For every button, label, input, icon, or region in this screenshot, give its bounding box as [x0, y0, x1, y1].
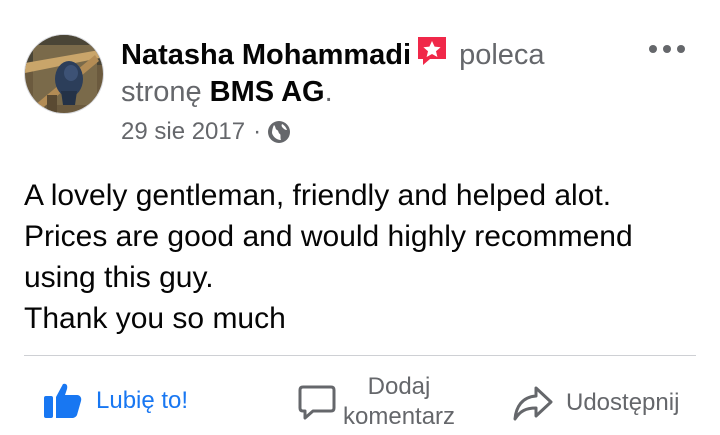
post-body-line: Thank you so much — [24, 302, 286, 335]
avatar[interactable] — [24, 34, 104, 114]
thumbs-up-icon — [42, 380, 84, 422]
comment-label: Dodaj komentarz — [343, 372, 455, 432]
post-body-line: A lovely gentleman, friendly and helped … — [24, 179, 612, 212]
post-date[interactable]: 29 sie 2017 — [121, 118, 245, 146]
comment-button[interactable]: Dodaj komentarz — [297, 372, 455, 432]
like-button[interactable]: Lubię to! — [42, 380, 188, 422]
speech-bubble-icon — [297, 382, 337, 422]
like-label: Lubię to! — [96, 387, 189, 414]
more-options-icon[interactable] — [646, 36, 688, 62]
post-meta: 29 sie 2017 · — [121, 118, 291, 146]
post-body-line: using this guy. — [24, 261, 214, 294]
author-name[interactable]: Natasha Mohammadi — [121, 39, 411, 71]
post-header-line2: stronę BMS AG. — [121, 74, 621, 111]
share-button[interactable]: Udostępnij — [512, 384, 679, 422]
post-header: Natasha Mohammadi poleca stronę BMS AG. — [121, 34, 621, 111]
comment-label-line1: Dodaj — [367, 373, 431, 400]
post-body-line: Prices are good and would highly recomme… — [24, 220, 633, 253]
actions-divider — [24, 355, 696, 356]
page-prefix: stronę — [121, 76, 202, 108]
page-name-link[interactable]: BMS AG — [210, 76, 325, 108]
meta-separator: · — [253, 118, 262, 145]
post-header-line1: Natasha Mohammadi poleca — [121, 34, 621, 74]
page-suffix: . — [324, 76, 333, 108]
recommends-text: poleca — [459, 39, 545, 71]
share-arrow-icon — [512, 384, 554, 422]
globe-icon — [267, 120, 291, 144]
comment-label-line2: komentarz — [343, 403, 456, 430]
recommend-badge-icon — [415, 34, 449, 68]
share-label: Udostępnij — [566, 389, 680, 416]
post-body: A lovely gentleman, friendly and helped … — [24, 175, 704, 339]
